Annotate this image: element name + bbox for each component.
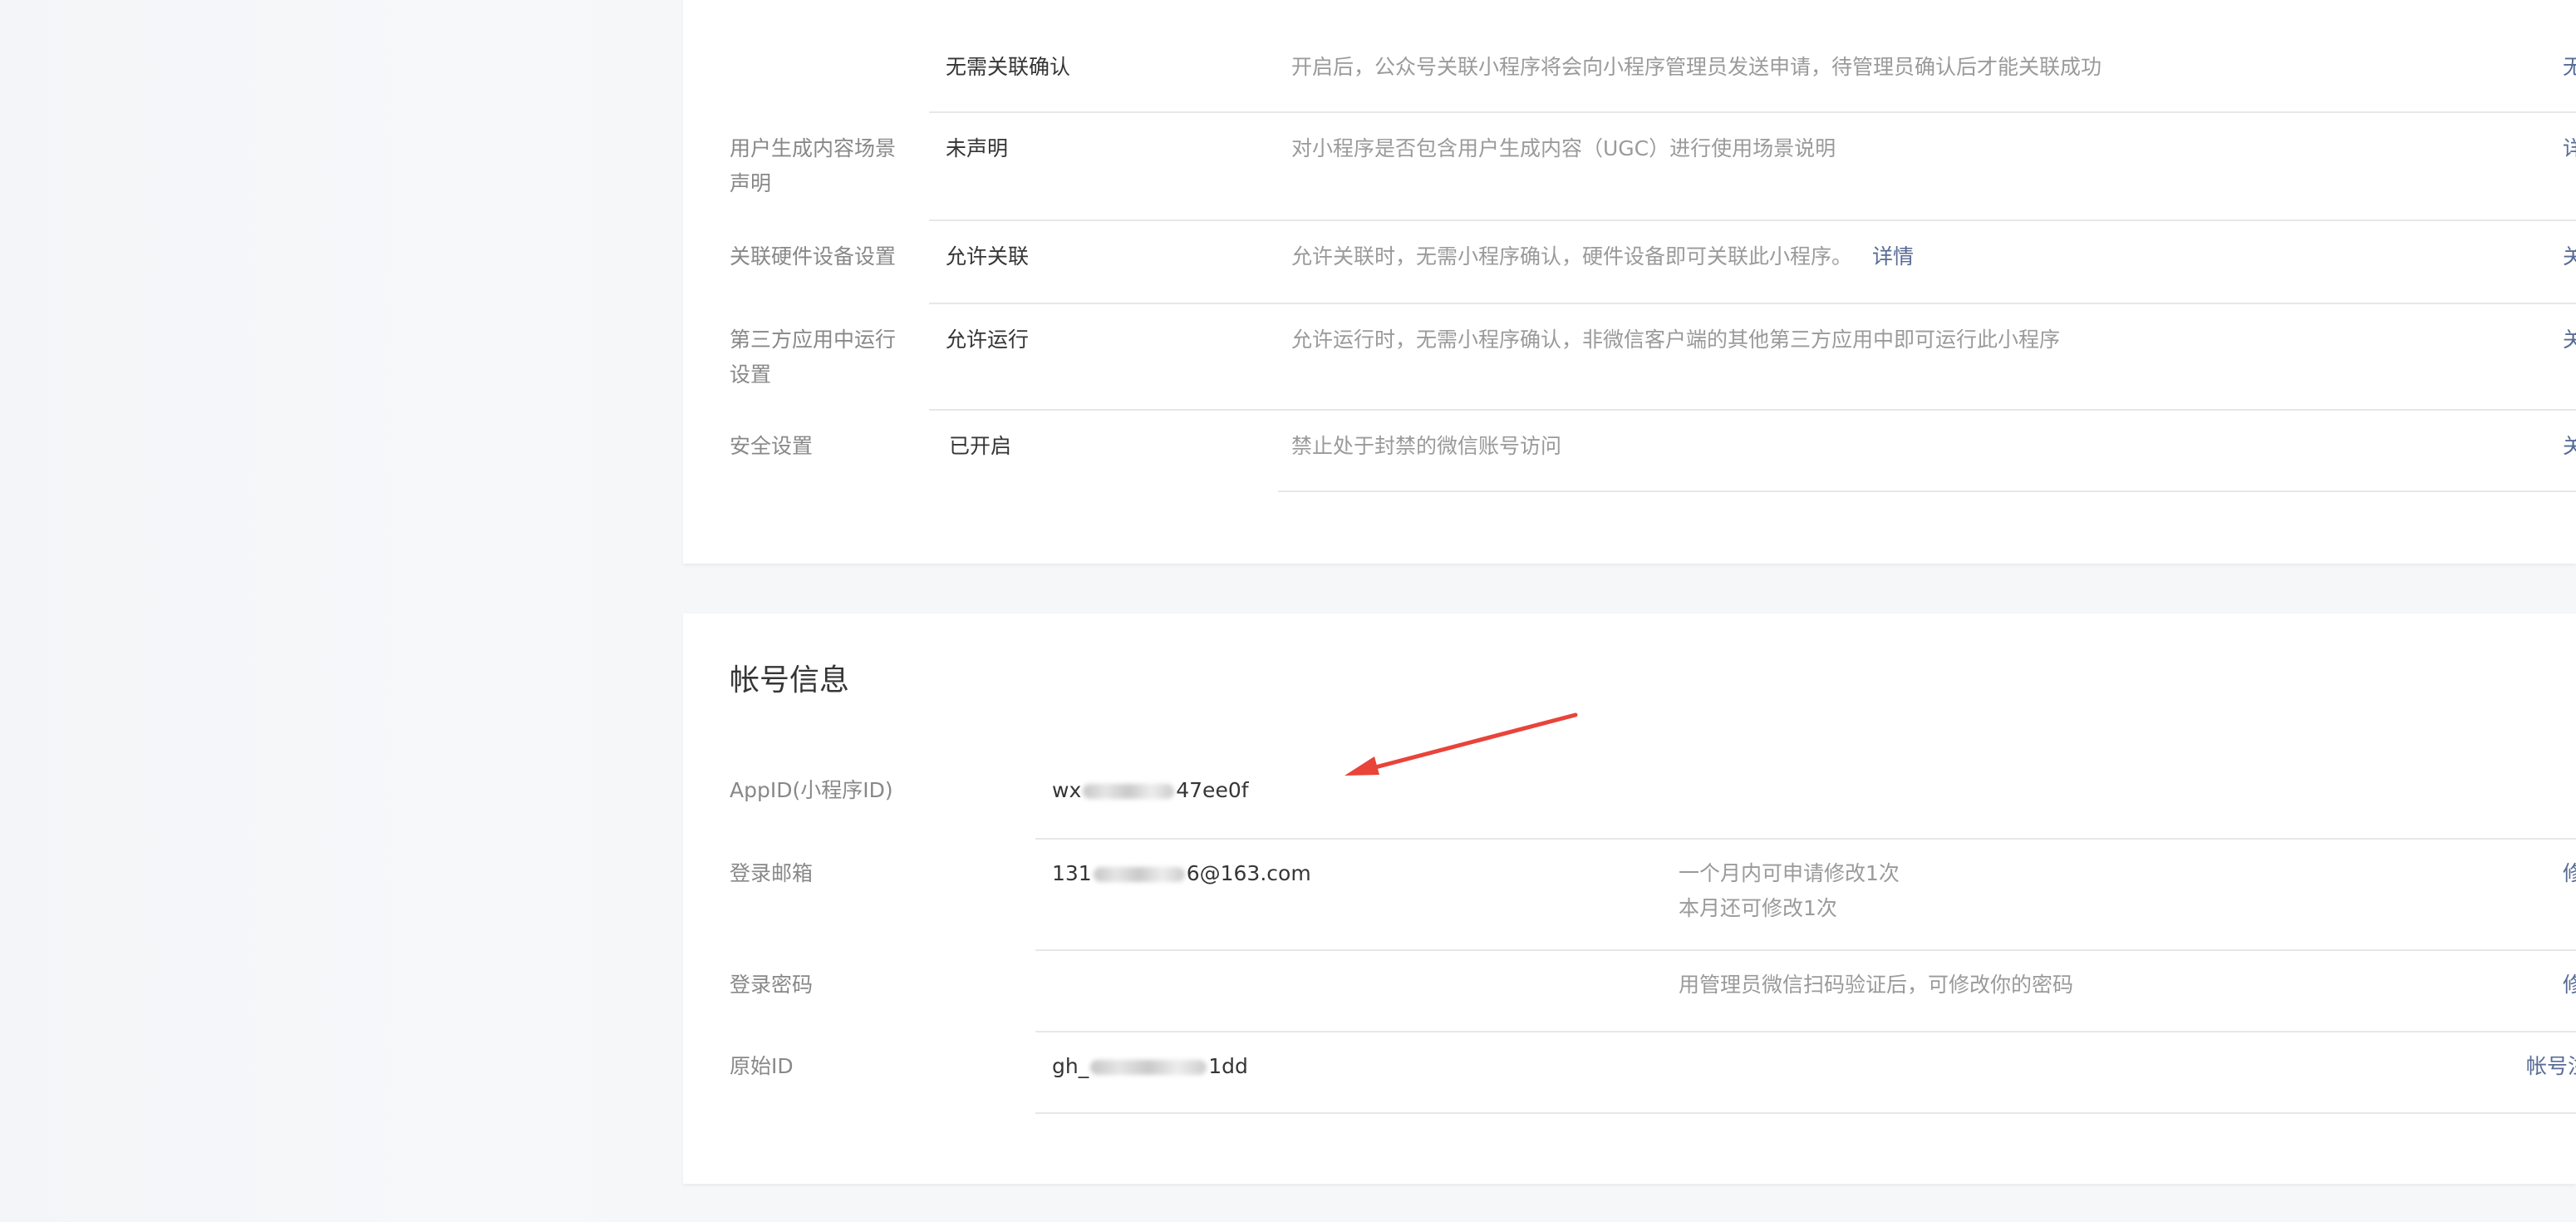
ugc-desc: 对小程序是否包含用户生成内容（UGC）进行使用场景说明	[1291, 136, 1836, 160]
row-divider	[929, 111, 2576, 113]
row-divider	[1035, 949, 2576, 951]
row-divider	[929, 303, 2576, 304]
ugc-label-line2: 声明	[730, 171, 772, 195]
row-divider	[1035, 1112, 2576, 1114]
hardware-detail-link[interactable]: 详情	[1872, 244, 1914, 269]
masked-text	[1090, 1060, 1207, 1075]
ugc-label-line1: 用户生成内容场景	[730, 136, 897, 160]
email-desc-line1: 一个月内可申请修改1次	[1679, 861, 1900, 885]
original-id-value-prefix: gh_	[1052, 1054, 1089, 1078]
row-divider	[1035, 838, 2576, 840]
appid-label: AppID(小程序ID)	[730, 778, 893, 802]
settings-card: 无需关联确认 开启后，公众号关联小程序将会向小程序管理员发送申请，待管理员确认后…	[683, 0, 2576, 564]
original-id-label: 原始ID	[730, 1054, 794, 1078]
security-value: 已开启	[949, 434, 1012, 458]
arrow-head	[1345, 756, 1379, 776]
appid-value: wx 47ee0f	[1052, 773, 1249, 808]
hardware-action[interactable]: 关	[2563, 239, 2576, 274]
row-divider	[929, 409, 2576, 411]
row-divider	[1278, 490, 2576, 492]
password-desc: 用管理员微信扫码验证后，可修改你的密码	[1679, 973, 2074, 997]
masked-text	[1093, 867, 1185, 882]
third-party-label-line1: 第三方应用中运行	[730, 328, 897, 352]
hardware-value: 允许关联	[946, 244, 1030, 269]
third-party-value: 允许运行	[946, 328, 1030, 352]
original-id-action[interactable]: 帐号注	[2526, 1049, 2576, 1084]
hardware-desc-text: 允许关联时，无需小程序确认，硬件设备即可关联此小程序。	[1291, 244, 1853, 269]
original-id-value: gh_ 1dd	[1052, 1049, 1248, 1084]
password-label: 登录密码	[730, 973, 814, 997]
association-confirm-value: 无需关联确认	[946, 55, 1071, 79]
email-value: 131 6@163.com	[1052, 856, 1311, 891]
third-party-desc: 允许运行时，无需小程序确认，非微信客户端的其他第三方应用中即可运行此小程序	[1291, 328, 2061, 352]
password-modify-action[interactable]: 修	[2563, 968, 2576, 1003]
email-value-prefix: 131	[1052, 861, 1092, 885]
security-action[interactable]: 关	[2563, 429, 2576, 464]
ugc-action[interactable]: 详	[2563, 131, 2576, 166]
masked-text	[1083, 784, 1175, 799]
account-info-card: 帐号信息 AppID(小程序ID) wx 47ee0f 登录邮箱 131 6@163…	[683, 613, 2576, 1184]
hardware-label: 关联硬件设备设置	[730, 244, 897, 269]
association-confirm-desc: 开启后，公众号关联小程序将会向小程序管理员发送申请，待管理员确认后才能关联成功	[1291, 55, 2102, 79]
arrow-shaft	[1357, 712, 1578, 774]
row-divider	[1035, 1031, 2576, 1032]
security-desc: 禁止处于封禁的微信账号访问	[1291, 434, 1562, 458]
ugc-value: 未声明	[946, 136, 1009, 160]
appid-value-prefix: wx	[1052, 778, 1082, 802]
row-divider	[929, 219, 2576, 221]
security-label: 安全设置	[730, 434, 814, 458]
left-sidebar	[0, 0, 681, 1222]
annotation-arrow-icon	[1345, 712, 1578, 776]
email-value-suffix: 6@163.com	[1186, 861, 1311, 885]
account-info-title: 帐号信息	[730, 663, 850, 697]
hardware-desc: 允许关联时，无需小程序确认，硬件设备即可关联此小程序。 详情	[1291, 239, 1914, 274]
third-party-label-line2: 设置	[730, 362, 772, 387]
email-modify-action[interactable]: 修	[2563, 856, 2576, 891]
association-confirm-action[interactable]: 无	[2563, 50, 2576, 85]
original-id-value-suffix: 1dd	[1208, 1054, 1248, 1078]
third-party-action[interactable]: 关	[2563, 323, 2576, 357]
email-desc-line2: 本月还可修改1次	[1679, 896, 1837, 920]
appid-value-suffix: 47ee0f	[1176, 778, 1249, 802]
email-label: 登录邮箱	[730, 861, 814, 885]
